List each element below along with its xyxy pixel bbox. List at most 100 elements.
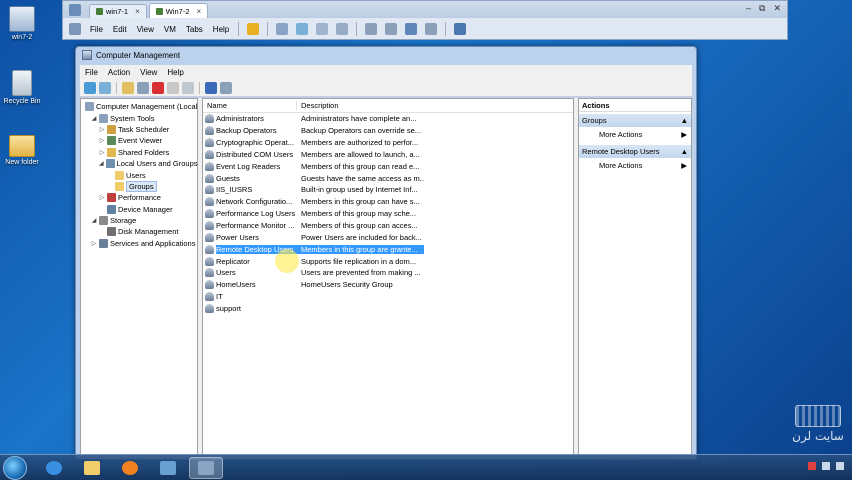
table-row[interactable]: Backup Operators Backup Operators can ove… [203,125,573,137]
stretch-icon[interactable] [425,23,438,35]
up-folder-icon[interactable] [122,81,134,94]
menu-action[interactable]: Action [108,68,130,77]
close-tab-icon[interactable]: × [135,7,140,16]
tree-item[interactable]: Users [81,169,197,180]
minimize-button[interactable]: – [746,3,751,14]
taskbar-explorer[interactable] [75,457,109,479]
fullscreen-icon[interactable] [405,23,418,35]
show-hide-action-pane-icon[interactable] [220,81,232,94]
pause-icon[interactable] [247,23,260,35]
tree-item[interactable]: Disk Management [81,226,197,237]
collapse-icon[interactable]: ▲ [681,116,688,125]
menu-view[interactable]: View [140,68,157,77]
tree-item[interactable]: ◢ Storage [81,215,197,226]
taskbar-internet-explorer[interactable] [37,457,71,479]
forward-icon[interactable] [99,81,111,94]
expand-arrow-icon[interactable]: ▷ [99,137,105,144]
delete-icon[interactable] [152,81,164,94]
pin-icon[interactable] [69,23,81,35]
table-row[interactable]: Distributed COM Users Members are allowed… [203,149,573,161]
tree-item[interactable]: ▷ Event Viewer [81,135,197,146]
expand-arrow-icon[interactable]: ◢ [91,217,97,224]
taskbar-computer-management[interactable] [189,456,223,479]
table-row[interactable]: Event Log Readers Members of this group c… [203,160,573,172]
revert-icon[interactable] [316,23,329,35]
export-list-icon[interactable] [182,81,194,94]
folder-icon [115,170,124,180]
expand-arrow-icon[interactable]: ▷ [99,149,105,156]
show-hide-tree-icon[interactable] [137,81,149,94]
collapse-icon[interactable]: ▲ [681,147,688,156]
tree-item[interactable]: Device Manager [81,204,197,215]
tree-item[interactable]: ▷ Performance [81,192,197,203]
tree-item[interactable]: ◢ Local Users and Groups [81,158,197,169]
table-row[interactable]: Performance Monitor ... Members of this g… [203,220,573,232]
display-icon[interactable] [454,23,467,35]
taskbar-media-player[interactable] [113,457,147,479]
menu-help[interactable]: Help [167,68,183,77]
column-header-description[interactable]: Description [297,101,339,110]
console-view-icon[interactable] [365,23,378,35]
snapshot-icon[interactable] [296,23,309,35]
table-row[interactable]: Cryptographic Operat... Members are autho… [203,137,573,149]
table-row[interactable]: Administrators Administrators have comple… [203,113,573,125]
table-row[interactable]: IT [203,291,573,303]
menu-view[interactable]: View [136,24,155,35]
network-tray-icon[interactable] [822,462,830,470]
more-actions-item[interactable]: More Actions ▶ [579,158,691,172]
back-icon[interactable] [84,81,96,94]
desktop-icon-win7-2[interactable]: win7-2 [2,6,42,41]
expand-arrow-icon[interactable]: ▷ [99,126,105,133]
table-row[interactable]: Guests Guests have the same access as m..… [203,172,573,184]
table-row[interactable]: Performance Log Users Members of this gro… [203,208,573,220]
actions-section-remote-desktop-users[interactable]: Remote Desktop Users ▲ [579,145,691,158]
help-icon[interactable] [205,81,217,94]
tree-item[interactable]: ▷ Services and Applications [81,238,197,249]
close-button[interactable]: ✕ [773,3,781,14]
title-bar[interactable]: Computer Management [76,47,696,63]
table-row[interactable]: Network Configuratio... Members in this g… [203,196,573,208]
table-row[interactable]: IIS_IUSRS Built-in group used by Internet… [203,184,573,196]
menu-help[interactable]: Help [212,24,230,35]
tree-item[interactable]: ▷ Shared Folders [81,147,197,158]
unity-icon[interactable] [385,23,398,35]
desktop-icon-recycle-bin[interactable]: Recycle Bin [2,70,42,105]
expand-arrow-icon[interactable]: ◢ [91,115,97,122]
send-keys-icon[interactable] [276,23,289,35]
table-row[interactable]: Remote Desktop Users Members in this grou… [203,243,573,255]
menu-file[interactable]: File [85,68,98,77]
taskbar-network[interactable] [151,457,185,479]
table-row[interactable]: Power Users Power Users are included for … [203,231,573,243]
folder-icon [84,460,100,475]
more-actions-item[interactable]: More Actions ▶ [579,127,691,141]
table-row[interactable]: Users Users are prevented from making ... [203,267,573,279]
expand-arrow-icon[interactable]: ◢ [99,160,104,167]
expand-arrow-icon[interactable]: ▷ [91,240,97,247]
menu-vm[interactable]: VM [163,24,177,35]
expand-arrow-icon[interactable]: ▷ [99,194,105,201]
menu-edit[interactable]: Edit [112,24,128,35]
menu-tabs[interactable]: Tabs [185,24,204,35]
table-row[interactable]: support [203,303,573,315]
actions-section-groups[interactable]: Groups ▲ [579,114,691,127]
start-button[interactable] [3,455,27,480]
tree-item[interactable]: Groups [81,180,197,192]
tree-item[interactable]: Computer Management (Local [81,101,197,112]
tree-item[interactable]: ◢ System Tools [81,112,197,123]
properties-icon[interactable] [167,81,179,94]
desktop-icon-new-folder[interactable]: New folder [2,135,42,166]
tab-win7-1[interactable]: win7-1 × [89,4,147,18]
table-row[interactable]: Replicator Supports file replication in a… [203,255,573,267]
menu-file[interactable]: File [89,24,104,35]
column-header-name[interactable]: Name [203,101,297,110]
table-row[interactable]: HomeUsers HomeUsers Security Group [203,279,573,291]
virtualbox-app-icon[interactable] [69,4,81,16]
close-tab-icon[interactable]: × [197,7,202,16]
action-center-flag-icon[interactable] [808,462,816,470]
volume-icon[interactable] [836,462,844,470]
restore-button[interactable]: ⧉ [759,3,765,14]
tree-item[interactable]: ▷ Task Scheduler [81,124,197,135]
snapshot-manager-icon[interactable] [336,23,349,35]
group-icon [205,114,214,124]
tab-win7-2[interactable]: Win7-2 × [148,3,209,18]
